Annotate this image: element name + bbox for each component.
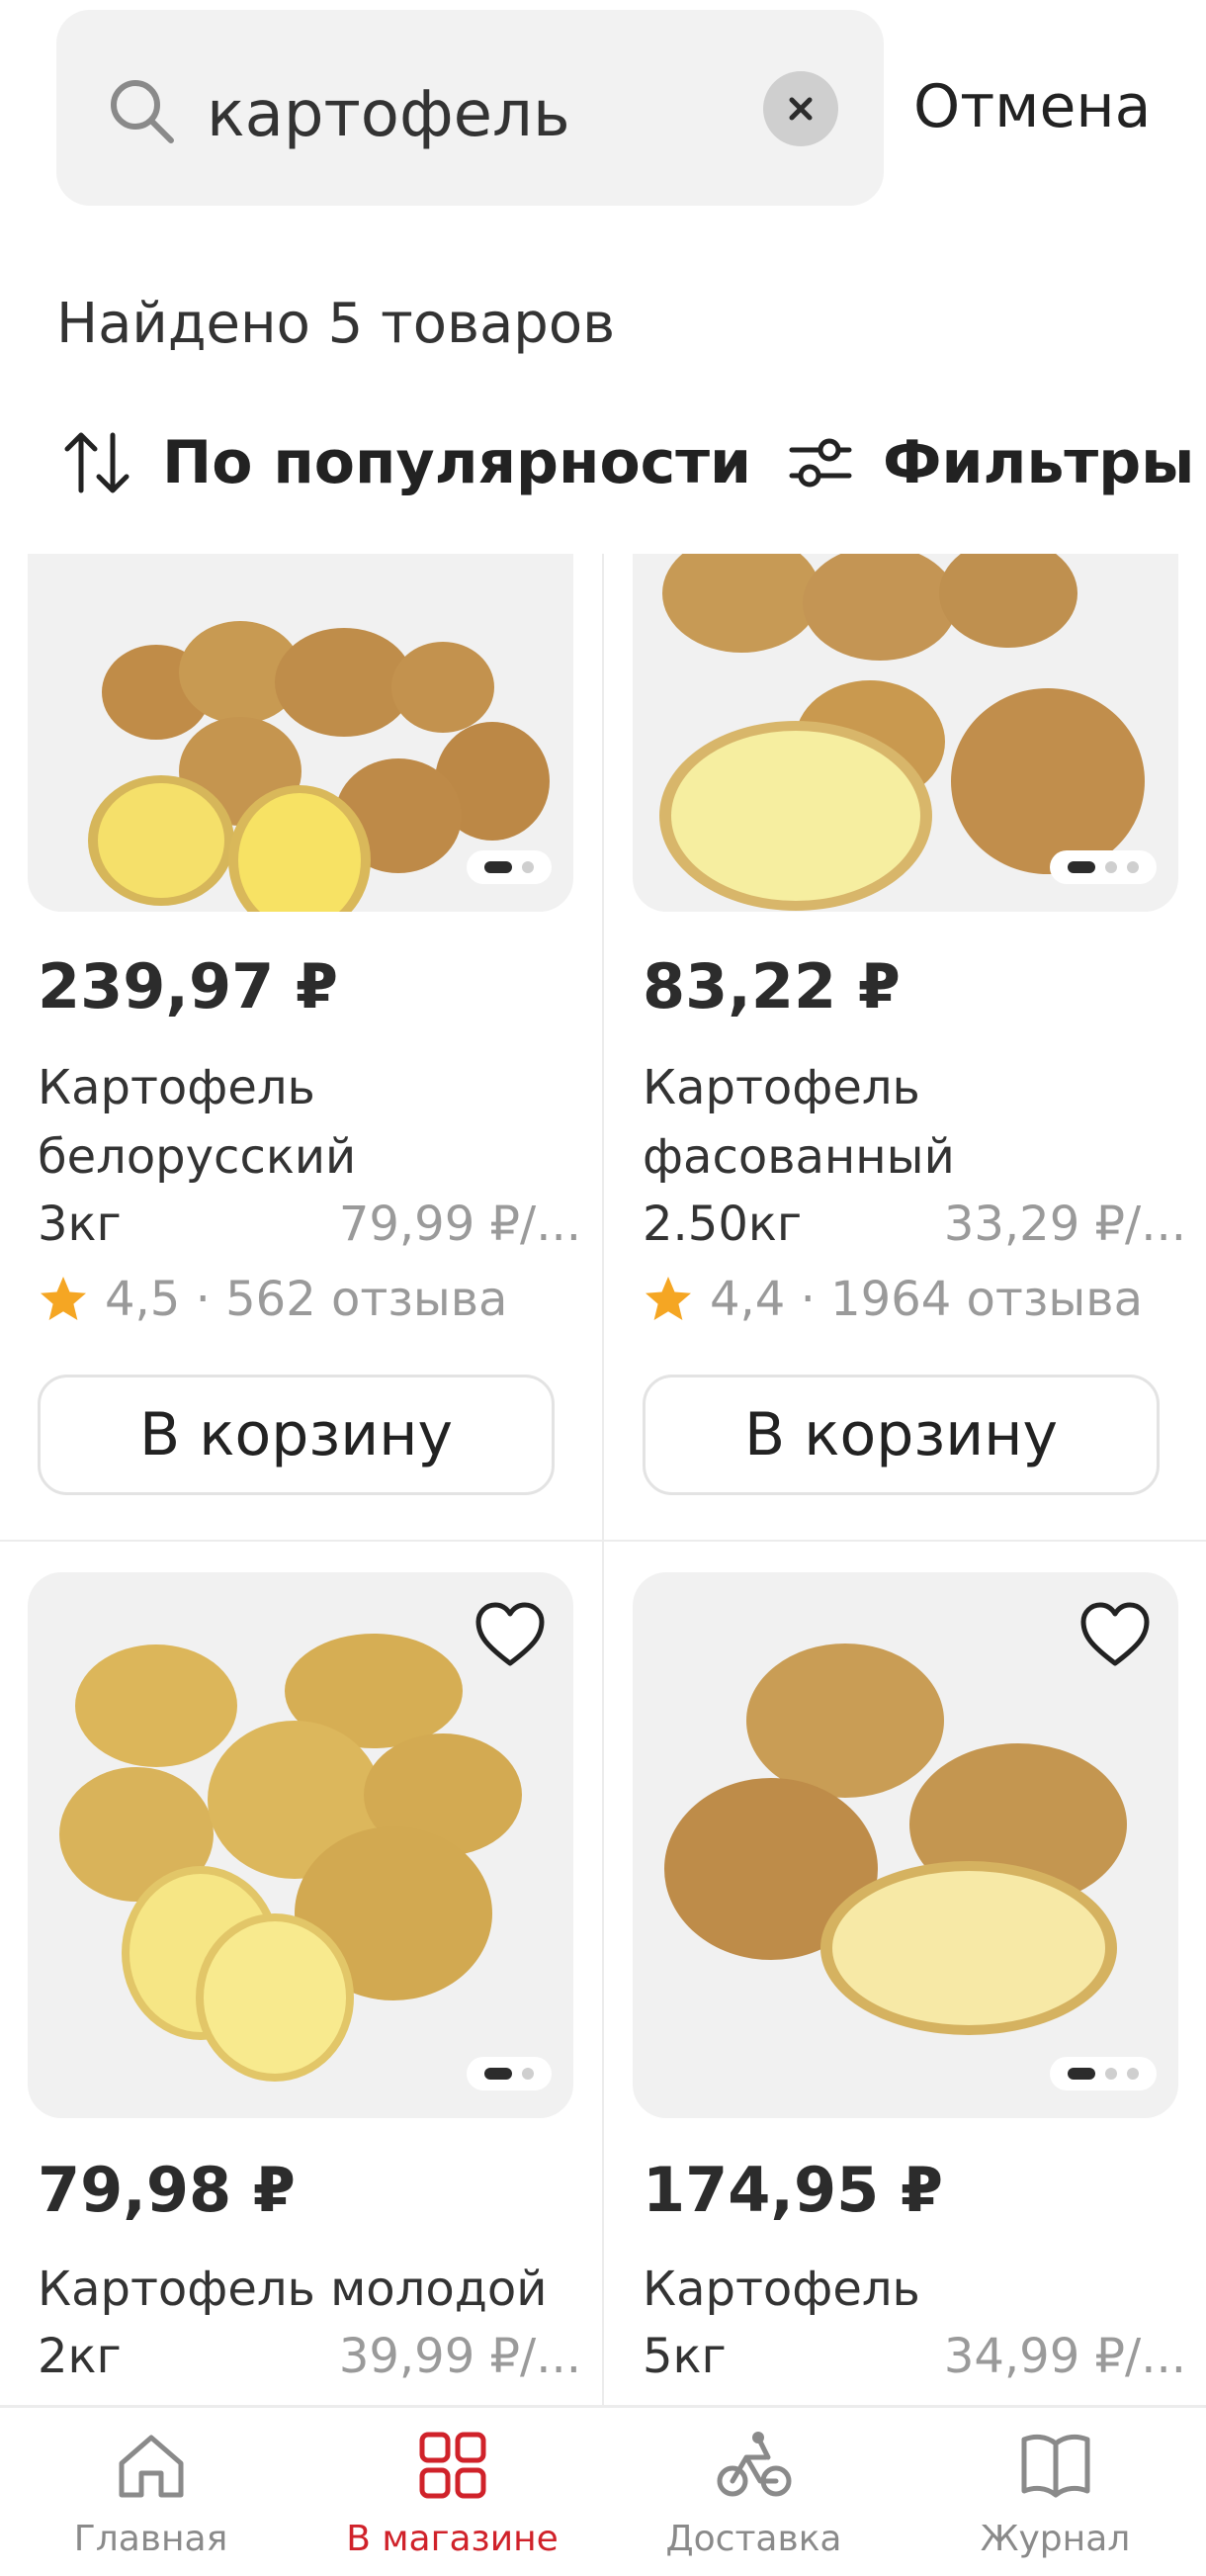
pager-dot xyxy=(1068,2068,1095,2080)
product-rating: 4,4 · 1964 отзыва xyxy=(643,1272,1143,1327)
image-pager xyxy=(467,850,552,884)
grid-divider xyxy=(0,1540,1206,1542)
search-bar[interactable]: картофель xyxy=(56,10,884,206)
rating-text: 4,4 · 1964 отзыва xyxy=(710,1272,1143,1327)
product-image[interactable] xyxy=(633,1572,1178,2118)
star-icon xyxy=(646,1277,691,1320)
book-icon xyxy=(1021,2434,1089,2498)
favorite-heart-icon[interactable] xyxy=(473,1598,548,1673)
search-input[interactable]: картофель xyxy=(207,75,570,154)
product-name: Картофель фасованный xyxy=(643,1060,955,1185)
home-icon xyxy=(119,2435,183,2498)
nav-label: Доставка xyxy=(665,2519,842,2559)
product-price: 79,98 ₽ xyxy=(38,2154,296,2226)
product-image[interactable] xyxy=(633,554,1178,912)
product-card[interactable]: 79,98 ₽ Картофель молодой 2кг 39,99 ₽/..… xyxy=(28,1572,601,2405)
product-price: 174,95 ₽ xyxy=(643,2154,943,2226)
product-weight: 2кг xyxy=(38,2329,122,2384)
results-count: Найдено 5 товаров xyxy=(56,292,616,356)
star-icon xyxy=(41,1277,86,1320)
product-grid: 239,97 ₽ Картофель белорусский 3кг 79,99… xyxy=(0,554,1206,2405)
product-unit-price: 33,29 ₽/... xyxy=(943,1197,1186,1252)
cancel-button[interactable]: Отмена xyxy=(913,67,1151,146)
filter-icon xyxy=(789,438,852,488)
product-card[interactable]: 174,95 ₽ Картофель 5кг 34,99 ₽/... xyxy=(633,1572,1206,2405)
product-name: Картофель белорусский xyxy=(38,1060,357,1185)
product-name: Картофель молодой xyxy=(38,2262,548,2317)
nav-item-delivery[interactable]: Доставка xyxy=(603,2408,904,2576)
product-weight: 3кг xyxy=(38,1197,122,1252)
image-pager xyxy=(467,2057,552,2090)
nav-item-journal[interactable]: Журнал xyxy=(904,2408,1206,2576)
add-to-cart-button[interactable]: В корзину xyxy=(643,1375,1160,1495)
product-card[interactable]: 239,97 ₽ Картофель белорусский 3кг 79,99… xyxy=(28,554,601,1540)
pager-dot xyxy=(484,2068,512,2080)
pager-dot xyxy=(1105,861,1117,873)
nav-item-store[interactable]: В магазине xyxy=(302,2408,603,2576)
pager-dot xyxy=(1105,2068,1117,2080)
nav-item-home[interactable]: Главная xyxy=(0,2408,302,2576)
pager-dot xyxy=(522,861,534,873)
product-unit-price: 79,99 ₽/... xyxy=(338,1197,581,1252)
product-unit-price: 34,99 ₽/... xyxy=(943,2329,1186,2384)
sort-icon xyxy=(64,432,129,493)
nav-label: Журнал xyxy=(980,2519,1131,2559)
pager-dot xyxy=(1068,861,1095,873)
filters-label: Фильтры xyxy=(883,428,1195,497)
image-pager xyxy=(1050,850,1157,884)
sort-label: По популярности xyxy=(162,428,752,497)
bike-icon xyxy=(717,2432,791,2497)
pager-dot xyxy=(522,2068,534,2080)
pager-dot xyxy=(1127,2068,1139,2080)
product-price: 239,97 ₽ xyxy=(38,950,338,1022)
pager-dot xyxy=(484,861,512,873)
product-card[interactable]: 83,22 ₽ Картофель фасованный 2.50кг 33,2… xyxy=(633,554,1206,1540)
product-image[interactable] xyxy=(28,1572,573,2118)
image-pager xyxy=(1050,2057,1157,2090)
product-weight: 5кг xyxy=(643,2329,727,2384)
add-to-cart-button[interactable]: В корзину xyxy=(38,1375,555,1495)
filters-button[interactable]: Фильтры xyxy=(786,413,1194,512)
product-image[interactable] xyxy=(28,554,573,912)
favorite-heart-icon[interactable] xyxy=(1077,1598,1153,1673)
grid-divider xyxy=(602,554,604,2405)
close-icon xyxy=(789,97,813,121)
grid-icon xyxy=(419,2432,485,2499)
clear-search-button[interactable] xyxy=(763,71,838,146)
rating-text: 4,5 · 562 отзыва xyxy=(105,1272,508,1327)
bottom-navigation: Главная В магазине Доставка Журнал xyxy=(0,2405,1206,2576)
sort-button[interactable]: По популярности xyxy=(59,413,751,512)
product-unit-price: 39,99 ₽/... xyxy=(338,2329,581,2384)
pager-dot xyxy=(1127,861,1139,873)
product-rating: 4,5 · 562 отзыва xyxy=(38,1272,507,1327)
product-weight: 2.50кг xyxy=(643,1197,803,1252)
product-price: 83,22 ₽ xyxy=(643,950,901,1022)
nav-label: В магазине xyxy=(346,2519,559,2559)
search-icon xyxy=(111,80,174,143)
product-name: Картофель xyxy=(643,2262,920,2317)
nav-label: Главная xyxy=(73,2519,228,2559)
